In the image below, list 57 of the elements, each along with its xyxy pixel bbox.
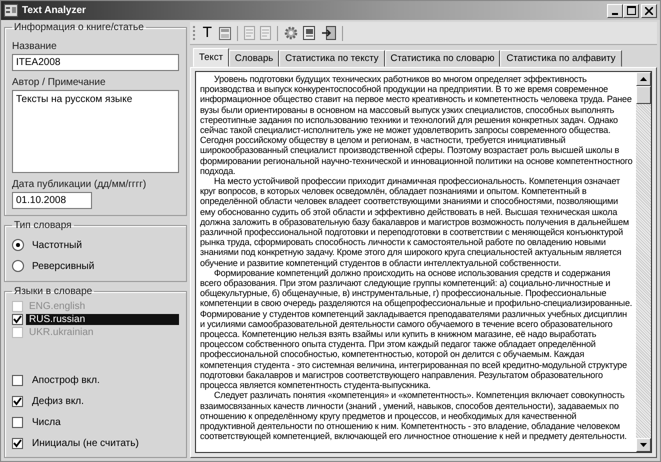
group-title: Тип словаря	[13, 220, 73, 231]
title-field[interactable]: ITEA2008	[12, 54, 179, 71]
text-button[interactable]: T	[200, 25, 215, 41]
tab[interactable]: Словарь	[228, 50, 280, 67]
checkbox-label: Числа	[32, 417, 61, 428]
minimize-button[interactable]	[607, 4, 623, 18]
calculator-icon	[218, 26, 231, 40]
checkbox-label: Дефиз вкл.	[32, 396, 84, 407]
report-button[interactable]	[302, 25, 318, 41]
window-title: Text Analyzer	[22, 5, 86, 16]
tab[interactable]: Статистика по словарю	[384, 50, 500, 67]
gear-icon	[284, 26, 298, 40]
checkbox[interactable]	[12, 438, 23, 449]
text-paragraph: Следует различать понятия «компетенция» и «компетентность». Компетенция включает совокупность взаимосвязанных качеств личности (знаний , умений, навыков, способов деятельности), задаваемых по отношению к определённому кругу предметов и процессов, и необходимых для качественной продуктивной деятельности по отношению к ним. Компетентность - это владение, обладание человеком соответствующей компетенцией, включающей его личностное отношение к ней и предмету деятельности.	[200, 390, 628, 442]
field-label: Автор / Примечание	[12, 77, 107, 88]
up-arrow-icon	[640, 77, 647, 81]
maximize-button[interactable]	[623, 4, 639, 18]
document-icon	[244, 26, 255, 40]
checkbox[interactable]	[12, 314, 23, 324]
language-item[interactable]: RUS.russian	[26, 314, 179, 324]
radio-label: Реверсивный	[32, 260, 94, 272]
text-paragraph: Уровень подготовки будущих технических работников во многом определяет эффективность производства и выпуск конкурентоспособной продукции на предприятии. В то же время современное информационное общество ставит на первое место креативность и компетентность человека труда. Ранее вузы были ориентированы в основном на массовый выпуск узких специалистов, способных выполнять стереотипные задания по использованию техники и технологий для решения конкретных задач. Однако сейчас такой специалист-исполнитель уже не может удовлетворить запросы современного общества. Сегодня российскому обществу в целом и регионам, в частности, требуется инициативный широкообразованный специалист производственной сферы. Поэтому возрастает роль высшей школы в формировании региональной научно-технической и инновационной политики на основе компетентностного подхода.	[200, 74, 633, 176]
date-field[interactable]: 01.10.2008	[12, 192, 92, 209]
radio-button[interactable]	[12, 239, 24, 251]
group-title: Информация о книге/статье	[13, 22, 145, 33]
exit-button[interactable]	[320, 25, 337, 41]
group-title: Языки в словаре	[13, 286, 94, 297]
tab[interactable]: Текст	[193, 48, 229, 67]
scroll-thumb[interactable]	[636, 86, 651, 104]
document-icon	[260, 26, 271, 40]
checkbox[interactable]	[12, 417, 23, 428]
radio-label: Частотный	[32, 240, 82, 250]
down-arrow-icon	[640, 443, 647, 447]
author-field[interactable]: Тексты на русском языке	[12, 90, 179, 173]
close-icon	[645, 6, 653, 14]
app-icon	[4, 4, 18, 17]
settings-button[interactable]	[282, 25, 299, 41]
checkbox-label: Апостроф вкл.	[32, 375, 100, 386]
tab[interactable]: Статистика по тексту	[279, 50, 385, 67]
scroll-down-button[interactable]	[636, 438, 651, 452]
minimize-icon	[612, 12, 618, 14]
calculator-button[interactable]	[218, 26, 232, 40]
report-icon	[302, 26, 317, 40]
scrollbar[interactable]	[636, 72, 651, 452]
tab[interactable]: Статистика по алфавиту	[500, 50, 622, 67]
radio-button[interactable]	[12, 260, 24, 272]
checkbox[interactable]	[12, 375, 23, 386]
close-button[interactable]	[641, 4, 657, 18]
exit-icon	[322, 26, 336, 40]
field-label: Название	[12, 41, 58, 52]
scroll-up-button[interactable]	[636, 72, 651, 86]
text-paragraph: Формирование компетенций должно происходить на основе использования средств и содержания всего образования. При этом различают следующие группы компетенций: а) социально-личностные и общекультурные, б) общенаучные, в) инструментальные, г) профессиональные. Профессиональные компетенции в свою очередь разделяются на общепрофессиональные и профильно-специализированные. Формирование у студентов компетенций закладывается преподавателями различных учебных дисциплин и усилиями самообразовательной деятельности самого обучаемого в течение всего образовательного процесса. Компетенцию нельзя взять взаймы или купить в книжном магазине, её надо выработать процессом собственного опыта студента. При этом каждый педагог также обладает определённой профессиональной способностью, компетентностью, которой он делится с обучаемым. Каждая компетенция студента - это системная величина, интегрированная по всей кредитно-модульной структуре подготовки бакалавров и магистров соответствующего направления. Результатом образовательного процесса является компетентность студента-выпускника.	[200, 268, 633, 390]
field-label: Дата публикации (дд/мм/гггг)	[12, 179, 148, 190]
checkbox[interactable]	[12, 396, 23, 407]
checkbox-label: Инициалы (не считать)	[32, 438, 139, 449]
maximize-icon	[626, 6, 636, 15]
text-paragraph: На место устойчивой профессии приходит динамичная профессиональность. Компетенция означает круг вопросов, в которых человек осведомлён, обладает познаниями и опытом. Компетентный в определённой области человек владеет соответствующими знаниями и способностями, позволяющими ему обоснованно судить об этой области и эффективно действовать в ней. Высшая техническая школа должна заложить в образовательную базу бакалавров и магистров возможность получения в дальнейшем различной профессиональной подготовки и переподготовки в соответствии с меняющейся конъюнктурой рынка труда, сформировать способность личности к самостоятельной работе по овладению новыми знаниями под конкретную задачу. Кроме этого для широкого круга специальностей актуальным является обучение и развитие компетенций студентов в области интеллектуальной собственности.	[200, 176, 630, 268]
